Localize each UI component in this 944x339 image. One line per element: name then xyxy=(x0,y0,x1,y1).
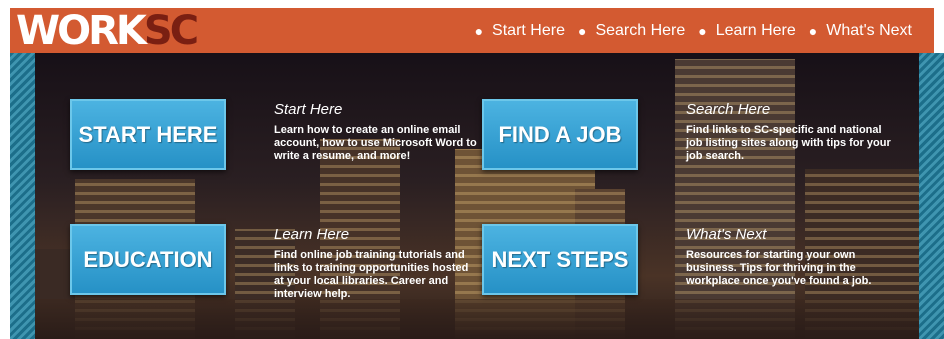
tile-text: Find links to SC-specific and national j… xyxy=(686,124,891,162)
tile-text: Find online job training tutorials and l… xyxy=(274,249,469,300)
tile-title: Start Here xyxy=(274,101,343,118)
left-stripe-decoration xyxy=(10,53,35,339)
nav-item-search-here[interactable]: ● Search Here xyxy=(578,22,685,40)
hero-skyline-background: START HERE Start Here Learn how to creat… xyxy=(35,53,919,339)
tile-text: Learn how to create an online email acco… xyxy=(274,124,477,162)
right-stripe-decoration xyxy=(919,53,944,339)
nav-label[interactable]: What's Next xyxy=(826,22,912,40)
start-here-button[interactable]: START HERE xyxy=(70,99,226,170)
bullet-icon: ● xyxy=(474,22,484,39)
tile-title: What's Next xyxy=(686,226,767,243)
nav-label[interactable]: Learn Here xyxy=(716,22,796,40)
bullet-icon: ● xyxy=(698,22,707,39)
learn-here-description: Learn Here Find online job training tuto… xyxy=(274,226,479,301)
next-steps-button[interactable]: NEXT STEPS xyxy=(482,224,638,295)
education-button[interactable]: EDUCATION xyxy=(70,224,226,295)
header-bar: WORKSC ● Start Here ● Search Here ● Lear… xyxy=(10,8,934,53)
tile-title: Learn Here xyxy=(274,226,350,243)
top-nav: ● Start Here ● Search Here ● Learn Here … xyxy=(475,8,912,53)
start-here-description: Start Here Learn how to create an online… xyxy=(274,101,479,163)
nav-label[interactable]: Search Here xyxy=(595,22,685,40)
tile-title: Search Here xyxy=(686,101,771,118)
find-a-job-button[interactable]: FIND A JOB xyxy=(482,99,638,170)
page: WORKSC ● Start Here ● Search Here ● Lear… xyxy=(0,0,944,339)
tile-text: Resources for starting your own business… xyxy=(686,249,872,287)
nav-label[interactable]: Start Here xyxy=(492,22,565,40)
skyline-ground xyxy=(35,299,919,339)
nav-item-learn-here[interactable]: ● Learn Here xyxy=(698,22,796,40)
bullet-icon: ● xyxy=(808,22,818,39)
worksc-logo[interactable]: WORKSC xyxy=(16,9,199,53)
whats-next-description: What's Next Resources for starting your … xyxy=(686,226,891,288)
nav-item-start-here[interactable]: ● Start Here xyxy=(475,22,565,40)
bullet-icon: ● xyxy=(577,22,587,39)
nav-item-whats-next[interactable]: ● What's Next xyxy=(809,22,912,40)
search-here-description: Search Here Find links to SC-specific an… xyxy=(686,101,891,163)
